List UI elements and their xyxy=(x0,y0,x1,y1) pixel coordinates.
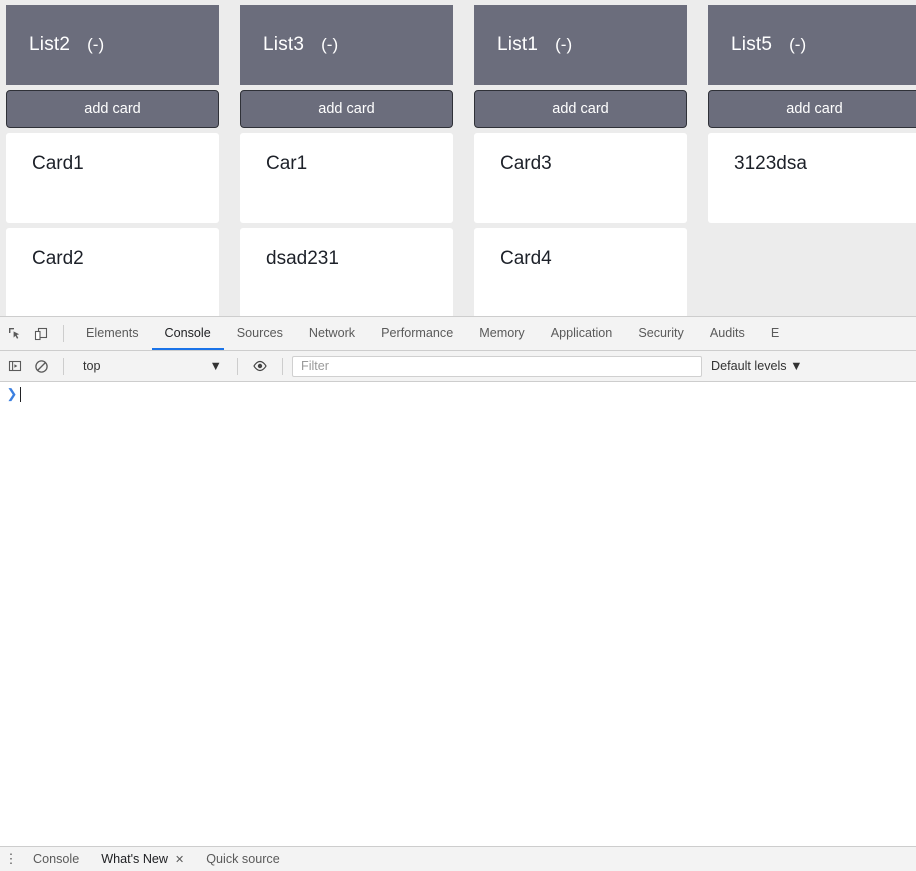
list-title: List5 xyxy=(731,34,773,55)
devtools-tab-memory[interactable]: Memory xyxy=(466,317,537,350)
chevron-down-icon: ▼ xyxy=(790,359,803,373)
devtools-tab-performance[interactable]: Performance xyxy=(368,317,466,350)
card[interactable]: 3123dsa xyxy=(708,133,916,223)
log-levels-label: Default levels xyxy=(711,359,787,373)
devtools-tab-elements[interactable]: Elements xyxy=(73,317,152,350)
add-card-button[interactable]: add card xyxy=(6,90,219,128)
toolbar-divider xyxy=(282,357,283,375)
add-card-button[interactable]: add card xyxy=(240,90,453,128)
list-title: List1 xyxy=(497,34,539,55)
drawer-tab-label: What's New xyxy=(101,852,169,866)
list-header: List2 (-) xyxy=(6,5,219,85)
execution-context-select[interactable]: top ▼ xyxy=(73,355,228,377)
list-title: List2 xyxy=(29,34,71,55)
devtools-tab-network[interactable]: Network xyxy=(296,317,368,350)
remove-list-button[interactable]: (-) xyxy=(555,35,572,55)
toolbar-divider xyxy=(63,357,64,375)
kanban-board: List2 (-) add card Card1 Card2 List3 (-) add ca… xyxy=(0,0,916,316)
remove-list-button[interactable]: (-) xyxy=(789,35,806,55)
remove-list-button[interactable]: (-) xyxy=(321,35,338,55)
card[interactable]: Card1 xyxy=(6,133,219,223)
add-card-button[interactable]: add card xyxy=(474,90,687,128)
list-column: List5 (-) add card 3123dsa xyxy=(708,5,916,223)
devtools-tab-bar: Elements Console Sources Network Performance… xyxy=(0,317,916,351)
list-column: List2 (-) add card Card1 Card2 xyxy=(6,5,219,316)
console-toolbar: top ▼ Filter Default levels ▼ xyxy=(0,351,916,382)
card[interactable]: Car1 xyxy=(240,133,453,223)
devtools-tab-e[interactable]: E xyxy=(758,317,792,350)
console-output-area[interactable]: ❯ xyxy=(0,383,916,846)
list-column: List3 (-) add card Car1 dsad231 xyxy=(240,5,453,316)
add-card-button[interactable]: add card xyxy=(708,90,916,128)
drawer-tab-console[interactable]: Console xyxy=(22,852,90,866)
devtools-tab-sources[interactable]: Sources xyxy=(224,317,296,350)
toolbar-divider xyxy=(237,357,238,375)
devtools-tab-console[interactable]: Console xyxy=(152,317,224,350)
devtools-tab-security[interactable]: Security xyxy=(625,317,697,350)
device-toolbar-icon[interactable] xyxy=(28,321,54,347)
toolbar-divider xyxy=(63,325,64,342)
drawer-tab-quick-source[interactable]: Quick source xyxy=(195,852,291,866)
chevron-down-icon: ▼ xyxy=(209,359,222,373)
drawer-tab-label: Console xyxy=(33,852,80,866)
console-filter-input[interactable]: Filter xyxy=(292,355,702,377)
devtools-tab-application[interactable]: Application xyxy=(538,317,626,350)
card[interactable]: Card2 xyxy=(6,228,219,316)
drawer-tab-what-s-new[interactable]: What's New ✕ xyxy=(90,852,195,866)
console-sidebar-icon[interactable] xyxy=(2,353,28,379)
card[interactable]: dsad231 xyxy=(240,228,453,316)
devtools-drawer: ⋮ Console What's New ✕ Quick source xyxy=(0,846,916,871)
devtools-panel: Elements Console Sources Network Performance… xyxy=(0,316,916,871)
execution-context-value: top xyxy=(83,359,101,373)
inspect-element-icon[interactable] xyxy=(2,321,28,347)
card[interactable]: Card3 xyxy=(474,133,687,223)
prompt-chevron-icon: ❯ xyxy=(6,386,18,401)
list-header: List3 (-) xyxy=(240,5,453,85)
live-expression-eye-icon[interactable] xyxy=(247,353,273,379)
board-list-container: List2 (-) add card Card1 Card2 List3 (-) add ca… xyxy=(0,0,916,316)
close-icon[interactable]: ✕ xyxy=(175,853,184,866)
list-header: List1 (-) xyxy=(474,5,687,85)
log-levels-select[interactable]: Default levels ▼ xyxy=(711,359,803,373)
list-column: List1 (-) add card Card3 Card4 xyxy=(474,5,687,316)
list-header: List5 (-) xyxy=(708,5,916,85)
list-title: List3 xyxy=(263,34,305,55)
devtools-tab-audits[interactable]: Audits xyxy=(697,317,758,350)
remove-list-button[interactable]: (-) xyxy=(87,35,104,55)
card[interactable]: Card4 xyxy=(474,228,687,316)
drawer-tab-label: Quick source xyxy=(206,852,280,866)
clear-console-icon[interactable] xyxy=(28,353,54,379)
drawer-more-options-icon[interactable]: ⋮ xyxy=(0,851,22,867)
console-input-caret xyxy=(20,386,21,402)
console-prompt-row[interactable]: ❯ xyxy=(0,383,916,405)
